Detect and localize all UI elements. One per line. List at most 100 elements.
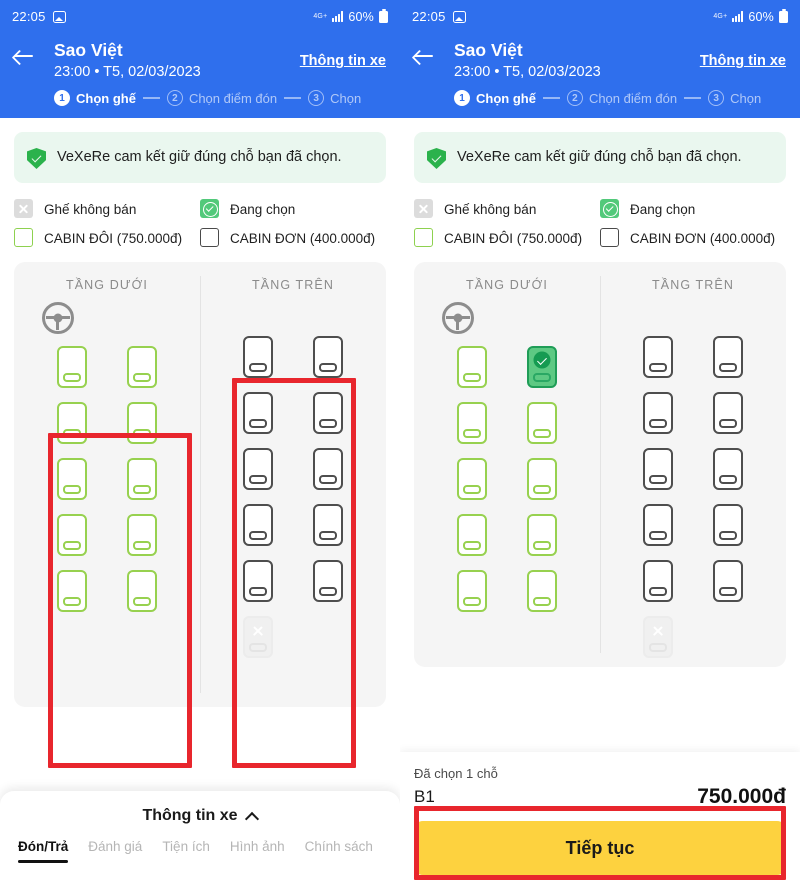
step-divider-2	[284, 97, 302, 99]
step-1-number: 1	[54, 90, 70, 106]
seat[interactable]	[713, 560, 743, 602]
legend-row-1: Ghế không bán Đang chọn	[414, 199, 786, 219]
seat-row	[200, 336, 386, 378]
step-3-number: 3	[308, 90, 325, 106]
signal-bars-icon	[732, 11, 744, 22]
seat[interactable]	[527, 458, 557, 500]
back-button[interactable]	[14, 39, 48, 63]
step-2-number: 2	[166, 90, 183, 106]
seat[interactable]	[243, 504, 273, 546]
step-2[interactable]: 2 Chọn điểm đón	[166, 90, 277, 106]
seat-row	[200, 616, 386, 658]
seat[interactable]	[57, 570, 87, 612]
seat[interactable]	[457, 514, 487, 556]
app-header: Sao Việt 23:00 • T5, 02/03/2023 Thông ti…	[400, 33, 800, 118]
step-3-label: Chọn	[730, 90, 762, 106]
seat[interactable]	[313, 448, 343, 490]
seat[interactable]	[643, 336, 673, 378]
seat-legend: Ghế không bán Đang chọn CABIN ĐÔI (750.0…	[414, 199, 786, 248]
seat-selected-b1[interactable]	[527, 346, 557, 388]
seat[interactable]	[643, 560, 673, 602]
sheet-title[interactable]: Thông tin xe	[0, 807, 400, 825]
seat[interactable]	[57, 514, 87, 556]
seat-row	[414, 346, 600, 388]
seat[interactable]	[527, 402, 557, 444]
tab-amenities[interactable]: Tiện ích	[162, 839, 210, 863]
seat[interactable]	[313, 504, 343, 546]
legend-item-double: CABIN ĐÔI (750.000đ)	[414, 228, 600, 248]
seat[interactable]	[243, 336, 273, 378]
tab-pickup-dropoff[interactable]: Đón/Trả	[18, 839, 69, 863]
step-1-label: Chọn ghế	[476, 90, 536, 106]
header-titles: Sao Việt 23:00 • T5, 02/03/2023	[48, 39, 300, 83]
seat[interactable]	[643, 504, 673, 546]
tab-policy[interactable]: Chính sách	[305, 839, 373, 863]
total-price: 750.000đ	[697, 785, 786, 808]
seat[interactable]	[127, 346, 157, 388]
lower-deck-grid	[414, 346, 600, 616]
seat[interactable]	[127, 458, 157, 500]
vehicle-info-link[interactable]: Thông tin xe	[700, 39, 786, 69]
step-1[interactable]: 1 Chọn ghế	[454, 90, 536, 106]
seat[interactable]	[527, 570, 557, 612]
seat[interactable]	[313, 392, 343, 434]
seat-row	[200, 560, 386, 602]
seat-row	[14, 402, 200, 444]
seat[interactable]	[127, 570, 157, 612]
seat[interactable]	[57, 346, 87, 388]
back-arrow-icon	[14, 49, 34, 63]
seat[interactable]	[313, 560, 343, 602]
step-3[interactable]: 3 Chọn	[308, 90, 361, 106]
seat-map: TẦNG DƯỚI TẦNG TRÊN	[414, 262, 786, 667]
seat[interactable]	[527, 514, 557, 556]
step-1[interactable]: 1 Chọn ghế	[54, 90, 136, 106]
lower-deck: TẦNG DƯỚI	[14, 262, 200, 707]
seat[interactable]	[457, 402, 487, 444]
seat[interactable]	[457, 346, 487, 388]
seat[interactable]	[313, 336, 343, 378]
seat[interactable]	[713, 392, 743, 434]
seat-row	[14, 570, 200, 612]
tab-reviews[interactable]: Đánh giá	[88, 839, 142, 863]
status-bar-left: 22:05	[12, 9, 66, 24]
seat[interactable]	[457, 570, 487, 612]
seat[interactable]	[643, 392, 673, 434]
seat[interactable]	[57, 402, 87, 444]
seat[interactable]	[713, 448, 743, 490]
selected-seat-codes: B1	[414, 787, 435, 806]
battery-icon	[779, 8, 788, 23]
continue-button[interactable]: Tiếp tục	[414, 821, 786, 875]
selected-count-label: Đã chọn 1 chỗ	[414, 766, 498, 781]
seat[interactable]	[57, 458, 87, 500]
legend-row-2: CABIN ĐÔI (750.000đ) CABIN ĐƠN (400.000đ…	[414, 228, 786, 248]
seat-map: TẦNG DƯỚI TẦNG TRÊN	[14, 262, 386, 707]
continue-button-wrap: Tiếp tục	[414, 821, 786, 875]
seat[interactable]	[713, 504, 743, 546]
seat[interactable]	[243, 560, 273, 602]
back-button[interactable]	[414, 39, 448, 63]
photo-icon	[52, 10, 66, 23]
step-3[interactable]: 3 Chọn	[708, 90, 761, 106]
seat[interactable]	[127, 402, 157, 444]
screen-left: 22:05 4G+ 60% Sao Việt 23:00 • T5, 02/03…	[0, 0, 400, 889]
seat[interactable]	[643, 448, 673, 490]
seat[interactable]	[243, 392, 273, 434]
cabin-double-icon	[14, 228, 33, 247]
vehicle-info-link[interactable]: Thông tin xe	[300, 39, 386, 69]
legend-item-single: CABIN ĐƠN (400.000đ)	[600, 228, 786, 248]
legend-label-double: CABIN ĐÔI (750.000đ)	[44, 231, 183, 246]
vehicle-info-sheet[interactable]: Thông tin xe Đón/Trả Đánh giá Tiện ích H…	[0, 791, 400, 889]
screen-body: VeXeRe cam kết giữ đúng chỗ bạn đã chọn.…	[400, 132, 800, 667]
step-1-label: Chọn ghế	[76, 90, 136, 106]
seat[interactable]	[713, 336, 743, 378]
seat[interactable]	[127, 514, 157, 556]
caret-up-icon[interactable]	[247, 811, 258, 822]
step-divider-2	[684, 97, 702, 99]
seat[interactable]	[457, 458, 487, 500]
screen-body: VeXeRe cam kết giữ đúng chỗ bạn đã chọn.…	[0, 132, 400, 707]
tab-photos[interactable]: Hình ảnh	[230, 839, 285, 863]
step-2[interactable]: 2 Chọn điểm đón	[566, 90, 677, 106]
lower-deck-title: TẦNG DƯỚI	[66, 278, 148, 292]
seat[interactable]	[243, 448, 273, 490]
operator-name: Sao Việt	[454, 40, 523, 60]
